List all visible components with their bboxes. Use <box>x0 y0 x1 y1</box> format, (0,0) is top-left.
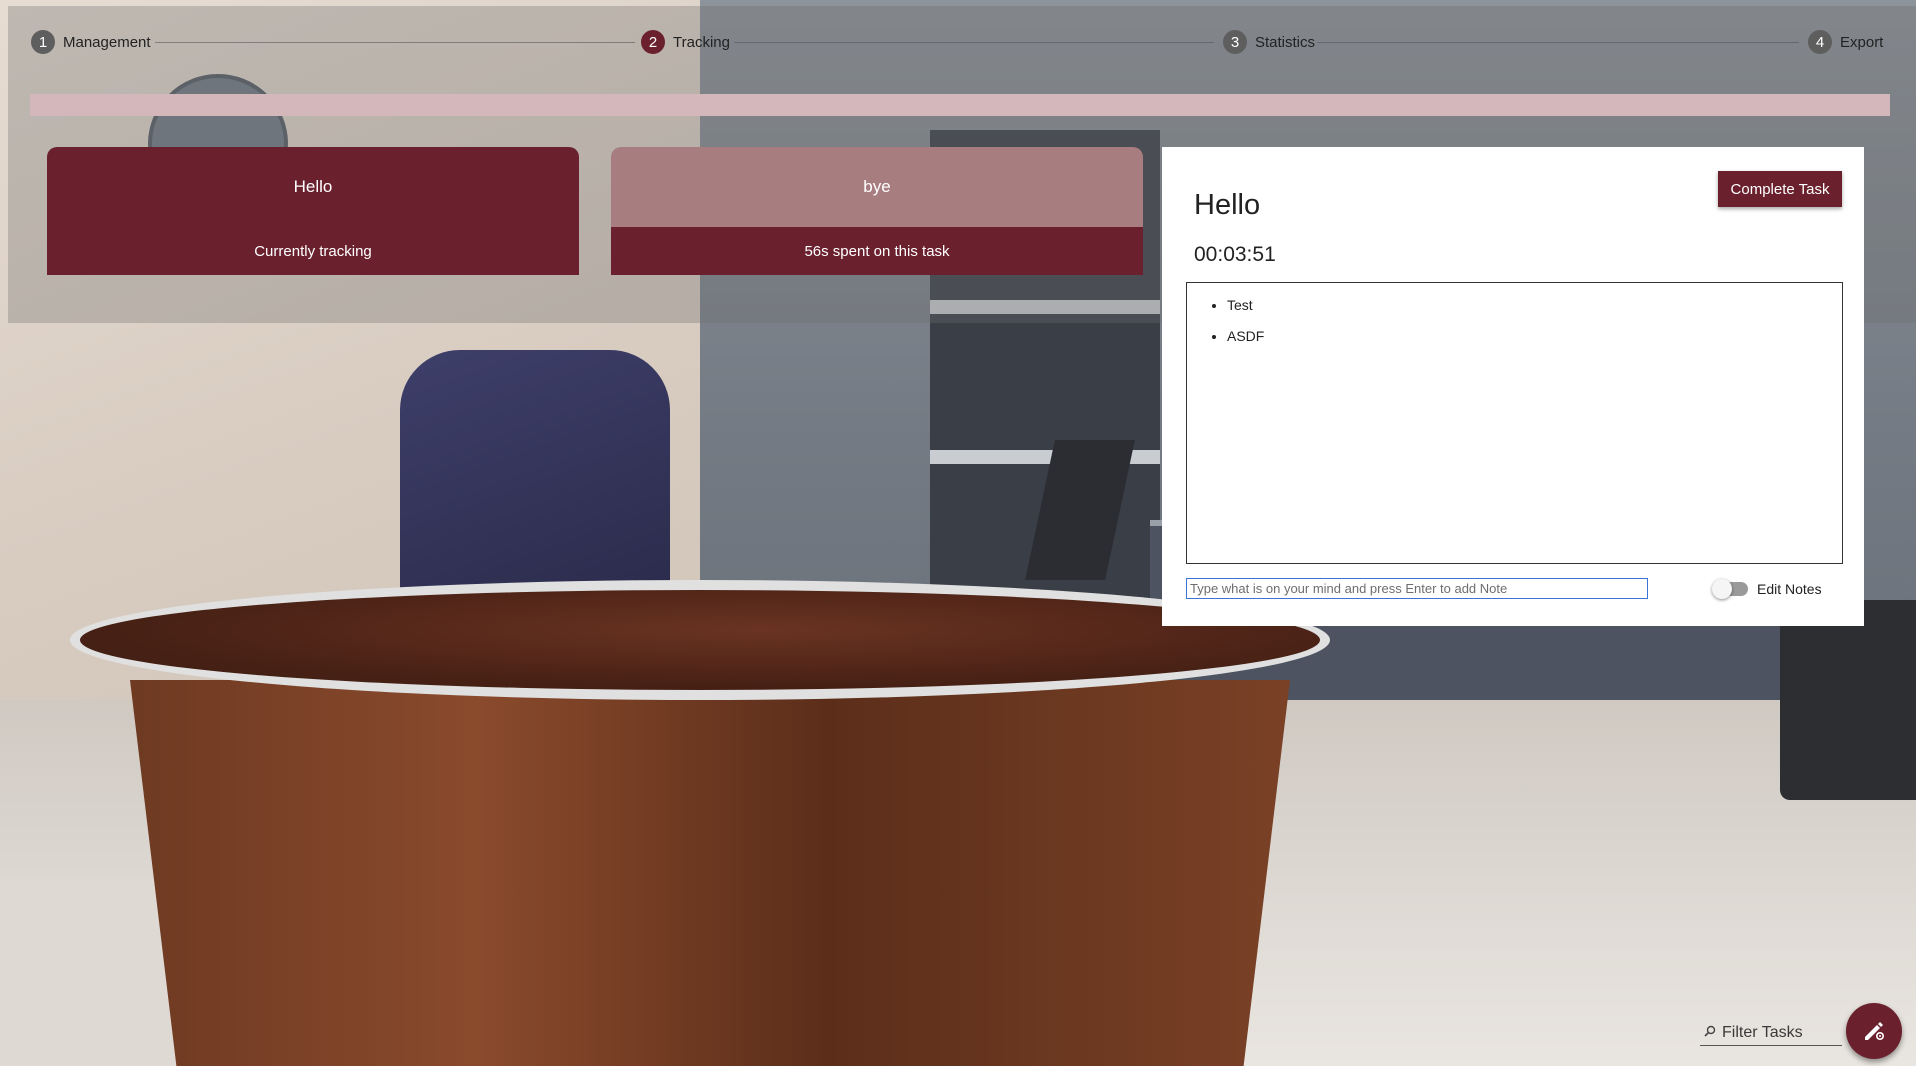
step-management[interactable]: 1 Management <box>31 30 151 54</box>
edit-settings-fab[interactable] <box>1846 1003 1902 1059</box>
step-number: 3 <box>1223 30 1247 54</box>
step-label: Export <box>1840 33 1884 51</box>
task-status: 56s spent on this task <box>611 227 1143 275</box>
step-label: Tracking <box>673 33 730 51</box>
task-card-bye[interactable]: bye 56s spent on this task <box>611 147 1143 275</box>
task-card-hello[interactable]: Hello Currently tracking <box>47 147 579 275</box>
step-label: Statistics <box>1255 33 1316 51</box>
step-number: 2 <box>641 30 665 54</box>
complete-task-button[interactable]: Complete Task <box>1718 171 1842 207</box>
step-number: 4 <box>1808 30 1832 54</box>
step-connector <box>155 42 635 43</box>
armchair <box>1780 600 1916 800</box>
step-number: 1 <box>31 30 55 54</box>
note-item: ASDF <box>1227 328 1842 344</box>
step-export[interactable]: 4 Export <box>1808 30 1883 54</box>
filter-tasks-input[interactable] <box>1722 1023 1840 1042</box>
notes-list: Test ASDF <box>1187 283 1842 344</box>
filter-tasks <box>1700 1020 1842 1046</box>
desk-body <box>130 680 1290 1066</box>
edit-notes-toggle[interactable] <box>1712 579 1748 599</box>
edit-settings-icon <box>1862 1018 1886 1045</box>
step-tracking[interactable]: 2 Tracking <box>641 30 730 54</box>
note-item: Test <box>1227 297 1842 313</box>
progress-bar <box>30 94 1890 116</box>
task-detail-title: Hello <box>1194 189 1261 221</box>
desk-top <box>70 580 1330 700</box>
step-statistics[interactable]: 3 Statistics <box>1223 30 1315 54</box>
task-detail-panel: Complete Task Hello 00:03:51 Test ASDF E… <box>1162 147 1864 626</box>
toggle-knob <box>1712 579 1732 599</box>
task-title: Hello <box>293 177 333 196</box>
step-connector <box>734 42 1214 43</box>
notes-box: Test ASDF <box>1186 282 1843 564</box>
task-status: Currently tracking <box>47 227 579 275</box>
step-label: Management <box>63 33 151 51</box>
task-timer: 00:03:51 <box>1194 243 1276 266</box>
step-connector <box>1317 42 1799 43</box>
edit-notes-label: Edit Notes <box>1757 581 1822 597</box>
note-input[interactable] <box>1186 578 1648 599</box>
search-icon <box>1704 1025 1718 1040</box>
task-title: bye <box>863 177 891 196</box>
stepper: 1 Management 2 Tracking 3 Statistics 4 E… <box>0 0 1916 84</box>
